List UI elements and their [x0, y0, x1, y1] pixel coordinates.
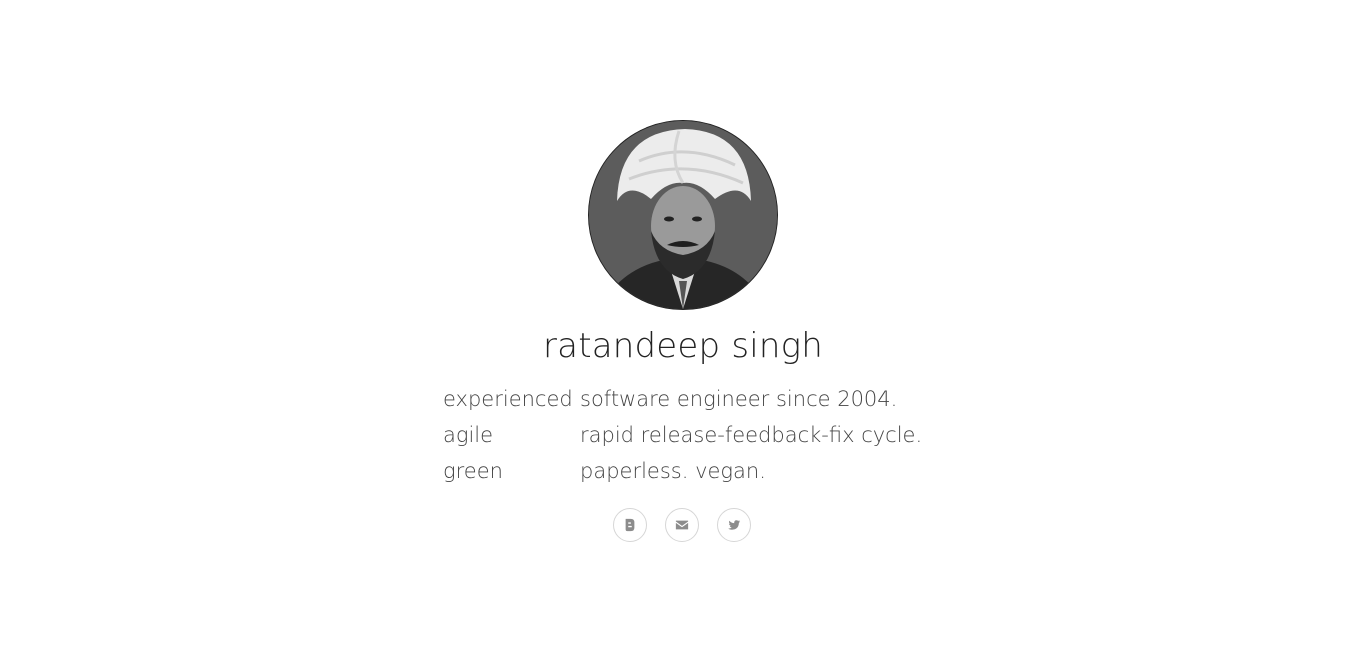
facts-list: experienced software engineer since 2004… — [443, 384, 922, 492]
fact-value: rapid release-feedback-fix cycle. — [580, 423, 923, 447]
fact-value: paperless. vegan. — [580, 459, 766, 483]
fact-key: green — [443, 459, 503, 483]
email-link[interactable] — [665, 508, 699, 542]
social-links — [613, 508, 751, 542]
fact-key: experienced — [443, 387, 573, 411]
profile-name: ratandeep singh — [543, 326, 823, 366]
fact-key: agile — [443, 423, 494, 447]
fact-value: software engineer since 2004. — [580, 387, 898, 411]
twitter-icon — [728, 520, 741, 530]
twitter-link[interactable] — [717, 508, 751, 542]
blogger-icon — [625, 518, 635, 532]
fact-row: green paperless. vegan. — [443, 456, 922, 492]
envelope-icon — [675, 520, 689, 530]
avatar — [588, 120, 778, 310]
profile-page: ratandeep singh experienced software eng… — [0, 0, 1366, 669]
avatar-photo — [589, 121, 777, 309]
blogger-link[interactable] — [613, 508, 647, 542]
fact-row: experienced software engineer since 2004… — [443, 384, 922, 420]
fact-row: agile rapid release-feedback-fix cycle. — [443, 420, 922, 456]
